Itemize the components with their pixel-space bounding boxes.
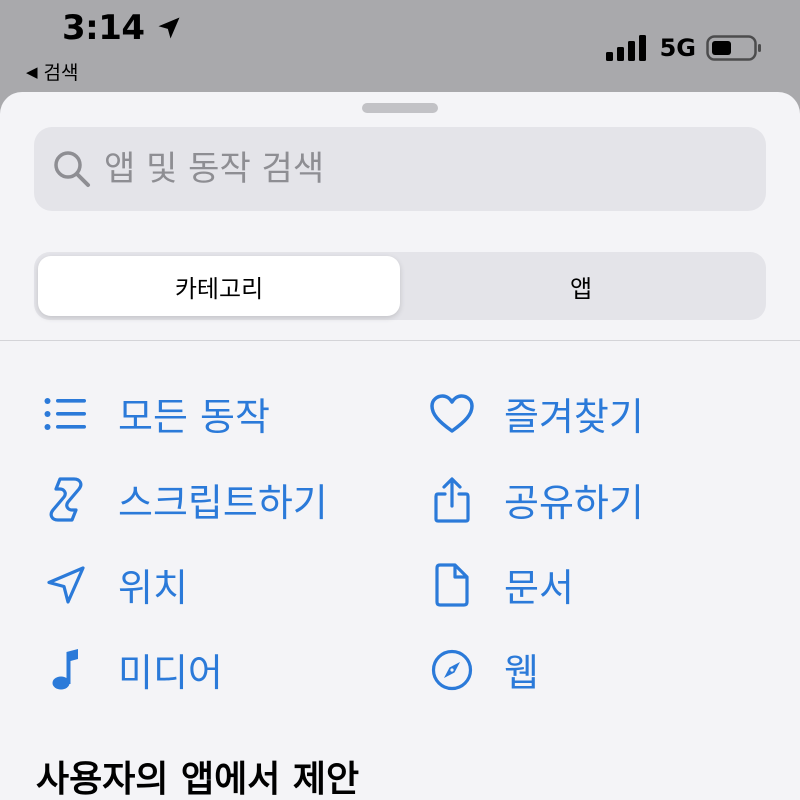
back-to-search-link[interactable]: ◀ 검색 [26,58,79,85]
location-arrow-icon [158,17,180,39]
cellular-signal-icon [605,35,646,61]
search-input[interactable] [104,149,704,189]
category-media[interactable]: 미디어 [44,642,223,697]
back-label: 검색 [43,62,79,84]
time-label: 3:14 [62,8,145,48]
network-label: 5G [659,34,696,62]
category-documents[interactable]: 문서 [430,557,574,612]
segmented-control: 카테고리 앱 [34,252,766,320]
document-icon [430,562,474,607]
category-location[interactable]: 위치 [44,557,188,612]
category-label: 모든 동작 [118,395,270,439]
category-label: 공유하기 [504,481,644,525]
search-icon [54,151,90,187]
compass-icon [430,648,474,692]
script-icon [44,476,88,522]
status-indicators: 5G [605,34,762,62]
category-label: 웹 [504,651,539,695]
status-time: 3:14 [62,8,183,48]
segment-categories[interactable]: 카테고리 [38,256,400,316]
location-icon [44,563,88,607]
segment-label: 카테고리 [174,274,264,303]
action-sheet: 카테고리 앱 모든 동작 즐겨찾기 [0,92,800,800]
category-scripting[interactable]: 스크립트하기 [44,472,328,527]
back-arrow-icon: ◀ [26,62,38,81]
category-web[interactable]: 웹 [430,642,539,697]
divider [0,340,800,341]
category-sharing[interactable]: 공유하기 [430,472,644,527]
music-note-icon [44,648,88,692]
category-label: 위치 [118,566,188,610]
status-bar: 3:14 ◀ 검색 5G [0,0,800,92]
sheet-grabber[interactable] [362,103,438,113]
search-field[interactable] [34,127,766,211]
segment-label: 앱 [569,274,593,303]
heart-icon [430,392,474,436]
suggestions-section-title: 사용자의 앱에서 제안 [36,759,360,800]
category-favorites[interactable]: 즐겨찾기 [430,386,644,441]
share-icon [430,476,474,523]
category-label: 문서 [504,566,574,610]
segment-apps[interactable]: 앱 [400,256,762,316]
list-icon [44,392,88,436]
battery-icon [706,35,761,61]
category-label: 미디어 [118,651,223,695]
category-label: 스크립트하기 [118,481,328,525]
category-all-actions[interactable]: 모든 동작 [44,386,270,441]
category-label: 즐겨찾기 [504,395,644,439]
